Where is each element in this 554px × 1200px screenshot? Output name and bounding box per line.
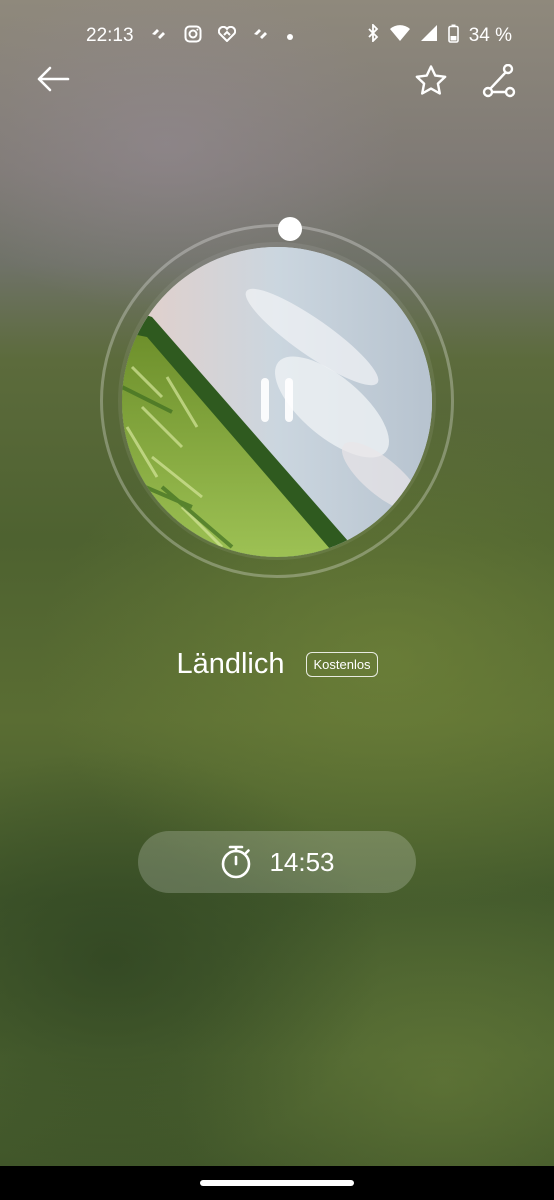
wifi-icon (389, 25, 410, 47)
free-badge: Kostenlos (306, 652, 378, 677)
player-dial[interactable] (100, 217, 454, 578)
sleep-timer-button[interactable]: 14:53 (138, 831, 416, 893)
favorite-button[interactable] (408, 58, 454, 104)
share-button[interactable] (476, 58, 522, 104)
tide-icon (252, 26, 270, 46)
timer-value: 14:53 (269, 846, 335, 877)
bluetooth-icon (366, 22, 380, 48)
progress-knob[interactable] (278, 217, 302, 241)
status-time: 22:13 (86, 25, 134, 46)
track-title: Ländlich (176, 648, 285, 680)
star-icon (415, 65, 447, 95)
instagram-icon (184, 25, 202, 48)
back-button[interactable] (30, 56, 76, 102)
share-icon (482, 64, 516, 98)
pause-icon (261, 378, 269, 422)
track-info: Ländlich Kostenlos (0, 648, 554, 681)
home-gesture-handle[interactable] (200, 1180, 354, 1186)
pause-icon-bar (285, 378, 293, 422)
navigation-bar (0, 1166, 554, 1200)
top-app-bar (0, 56, 554, 106)
pause-button[interactable] (261, 378, 293, 422)
battery-percent: 34 % (468, 25, 512, 46)
tide-icon (150, 26, 168, 46)
blurred-background (0, 0, 554, 1200)
signal-icon (420, 24, 438, 48)
battery-icon (447, 24, 459, 49)
stopwatch-icon (222, 845, 251, 879)
dot-icon (286, 26, 294, 46)
arrow-left-icon (37, 66, 70, 92)
tide-icon (217, 25, 236, 47)
